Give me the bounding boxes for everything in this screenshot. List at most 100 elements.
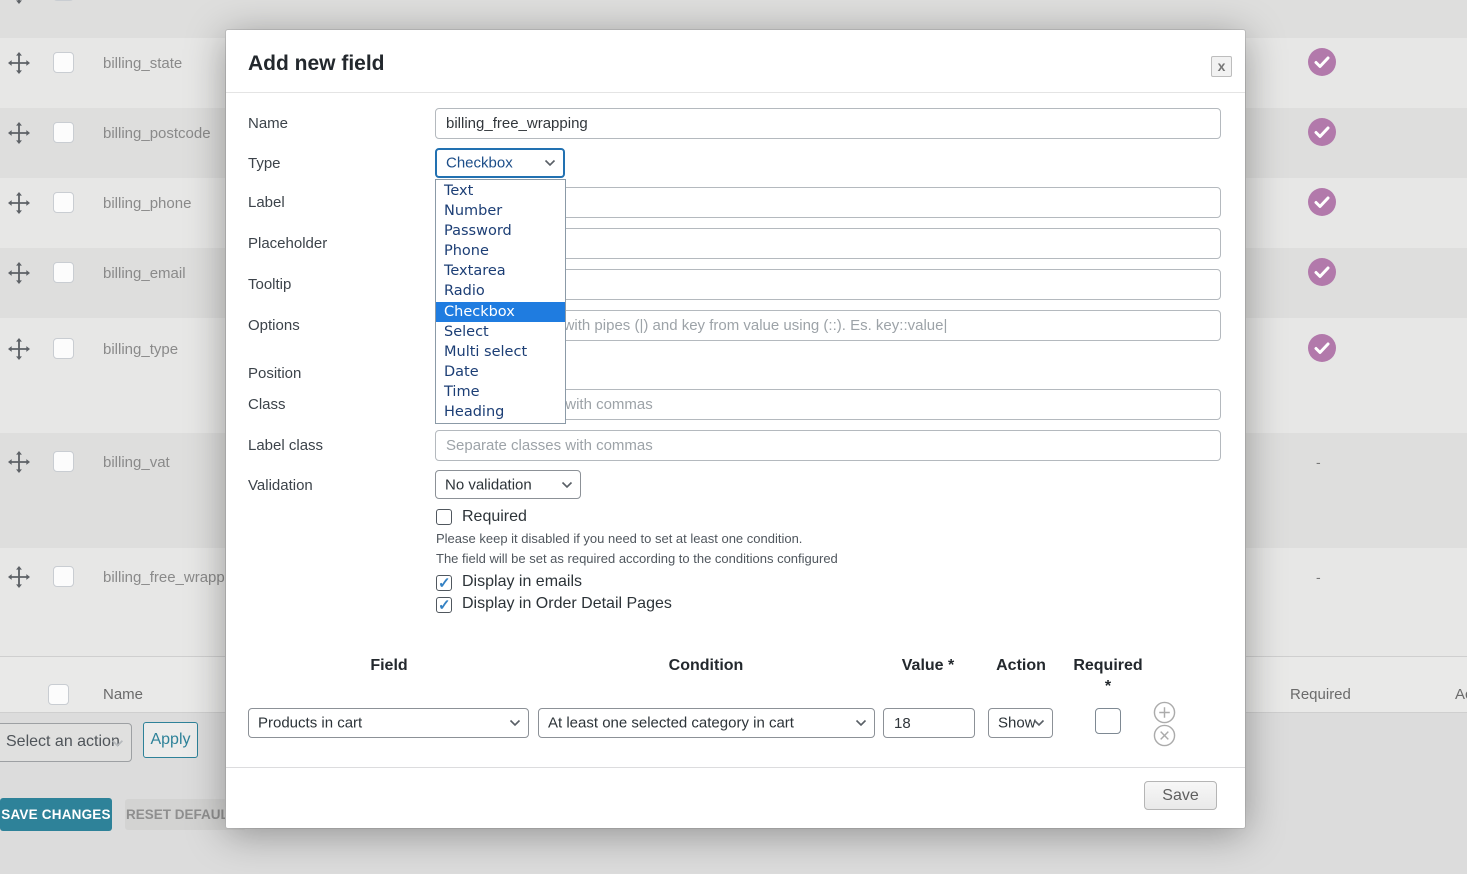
label-label: Label — [248, 194, 285, 211]
required-check-icon — [1308, 334, 1336, 362]
condition-field-value: Products in cart — [258, 715, 362, 732]
close-icon[interactable]: x — [1211, 56, 1232, 77]
add-condition-icon[interactable] — [1153, 701, 1176, 724]
dropdown-option[interactable]: Select — [436, 322, 565, 342]
name-label: Name — [248, 115, 288, 132]
validation-select[interactable]: No validation — [435, 470, 581, 499]
dropdown-option[interactable]: Multi select — [436, 342, 565, 362]
condition-action-value: Show — [998, 715, 1036, 732]
dropdown-option[interactable]: Date — [436, 362, 565, 382]
condition-required-checkbox[interactable] — [1095, 708, 1121, 734]
row-checkbox[interactable] — [53, 451, 74, 472]
field-name: billing_email — [103, 265, 186, 282]
chevron-down-icon — [544, 159, 556, 167]
row-checkbox[interactable] — [53, 192, 74, 213]
add-new-field-modal: Add new field x Name Type Label Placehol… — [226, 30, 1245, 828]
required-check-icon — [1308, 118, 1336, 146]
field-name: billing_phone — [103, 195, 191, 212]
condition-field-select[interactable]: Products in cart — [248, 708, 529, 738]
drag-handle-icon[interactable] — [8, 52, 30, 74]
position-label: Position — [248, 365, 301, 382]
drag-handle-icon[interactable] — [8, 451, 30, 473]
conditions-header-condition: Condition — [669, 657, 744, 675]
conditions-header-field: Field — [370, 657, 407, 675]
checkout-fields-editor-page: billing_state billing_postcode billing_p… — [0, 0, 1467, 874]
field-name: billing_free_wrapping — [103, 569, 245, 586]
field-name: billing_state — [103, 55, 182, 72]
condition-action-select[interactable]: Show — [988, 708, 1053, 738]
name-input[interactable] — [435, 108, 1221, 139]
dropdown-option[interactable]: Textarea — [436, 261, 565, 281]
column-header-required: Required — [1290, 686, 1351, 703]
conditions-header-action: Action — [996, 657, 1046, 675]
title-divider — [226, 92, 1245, 93]
dropdown-option[interactable]: Heading — [436, 402, 565, 422]
class-label: Class — [248, 396, 286, 413]
chevron-down-icon — [1033, 719, 1045, 727]
chevron-down-icon — [509, 719, 521, 727]
dropdown-option-selected[interactable]: Checkbox — [436, 302, 565, 322]
row-checkbox[interactable] — [53, 122, 74, 143]
display-in-order-pages-label: Display in Order Detail Pages — [462, 595, 672, 613]
placeholder-label: Placeholder — [248, 235, 327, 252]
drag-handle-icon[interactable] — [8, 262, 30, 284]
drag-handle-icon[interactable] — [8, 122, 30, 144]
required-check-icon — [1308, 188, 1336, 216]
display-in-emails-label: Display in emails — [462, 573, 582, 591]
drag-handle-icon[interactable] — [8, 566, 30, 588]
field-name: billing_postcode — [103, 125, 211, 142]
chevron-down-icon — [111, 739, 124, 748]
display-in-order-pages-checkbox[interactable] — [436, 597, 452, 613]
apply-button[interactable]: Apply — [143, 722, 198, 758]
remove-condition-icon[interactable] — [1153, 724, 1176, 747]
dropdown-option[interactable]: Radio — [436, 281, 565, 301]
row-checkbox[interactable] — [53, 0, 74, 1]
dropdown-option[interactable]: Phone — [436, 241, 565, 261]
dropdown-option[interactable]: Password — [436, 221, 565, 241]
required-help-line2: The field will be set as required accord… — [436, 551, 838, 566]
conditions-header-required-star: * — [1105, 678, 1111, 696]
options-label: Options — [248, 317, 300, 334]
tooltip-label: Tooltip — [248, 276, 291, 293]
type-label: Type — [248, 155, 281, 172]
save-changes-button[interactable]: SAVE CHANGES — [0, 798, 112, 831]
drag-handle-icon[interactable] — [8, 338, 30, 360]
type-dropdown-list: Text Number Password Phone Textarea Radi… — [435, 179, 566, 424]
column-header-name: Name — [103, 686, 143, 703]
column-header-actions: Actions — [1455, 686, 1467, 703]
condition-condition-select[interactable]: At least one selected category in cart — [538, 708, 875, 738]
condition-value-input[interactable] — [883, 708, 975, 738]
modal-title: Add new field — [248, 52, 385, 76]
conditions-header-required: Required — [1073, 657, 1142, 675]
row-checkbox[interactable] — [53, 262, 74, 283]
required-dash: - — [1316, 569, 1321, 585]
footer-divider — [226, 767, 1245, 768]
dropdown-option[interactable]: Time — [436, 382, 565, 402]
save-button[interactable]: Save — [1144, 781, 1217, 810]
type-select[interactable]: Checkbox — [435, 148, 565, 178]
select-all-checkbox[interactable] — [48, 684, 69, 705]
required-check-icon — [1308, 258, 1336, 286]
required-checkbox-label: Required — [462, 508, 527, 526]
field-name: billing_type — [103, 341, 178, 358]
display-in-emails-checkbox[interactable] — [436, 575, 452, 591]
label-class-input[interactable] — [435, 430, 1221, 461]
dropdown-option[interactable]: Number — [436, 201, 565, 221]
row-checkbox[interactable] — [53, 338, 74, 359]
field-name: billing_vat — [103, 454, 170, 471]
row-checkbox[interactable] — [53, 52, 74, 73]
required-check-icon — [1308, 48, 1336, 76]
type-select-value: Checkbox — [446, 155, 513, 172]
bulk-action-select[interactable]: Select an action — [0, 723, 132, 762]
bulk-action-value: Select an action — [6, 733, 120, 751]
dropdown-option[interactable]: Text — [436, 181, 565, 201]
condition-condition-value: At least one selected category in cart — [548, 715, 794, 732]
label-class-label: Label class — [248, 437, 323, 454]
required-checkbox[interactable] — [436, 509, 452, 525]
drag-handle-icon[interactable] — [8, 0, 30, 4]
conditions-header-value: Value * — [902, 657, 954, 675]
drag-handle-icon[interactable] — [8, 192, 30, 214]
required-help-line1: Please keep it disabled if you need to s… — [436, 531, 802, 546]
chevron-down-icon — [855, 719, 867, 727]
row-checkbox[interactable] — [53, 566, 74, 587]
